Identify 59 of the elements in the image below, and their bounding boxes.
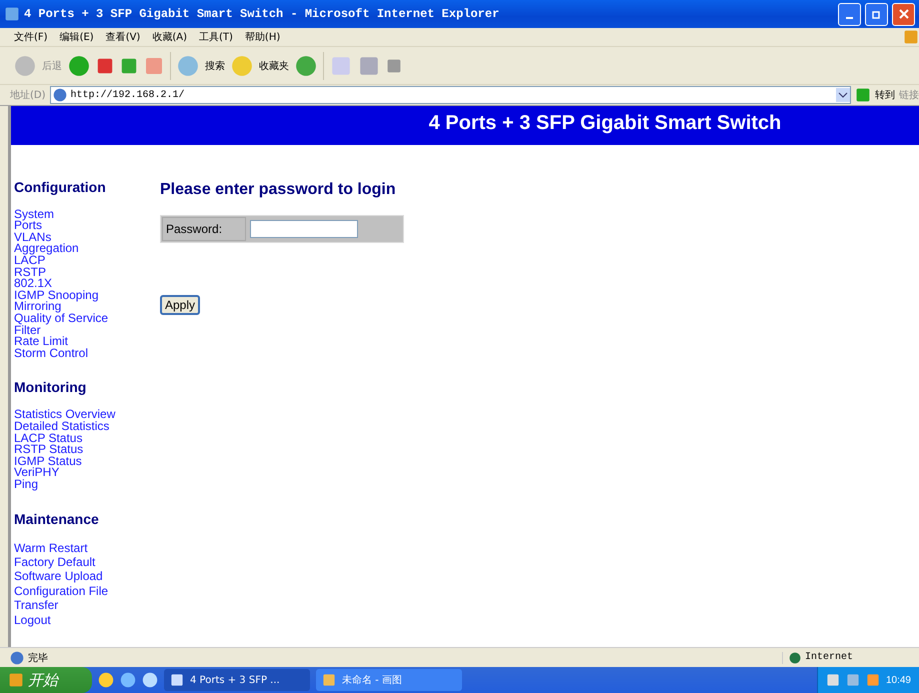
close-button[interactable] xyxy=(892,2,915,26)
password-field[interactable] xyxy=(250,220,358,238)
restore-button[interactable] xyxy=(865,2,888,26)
nav-link[interactable]: Aggregation xyxy=(14,243,160,256)
nav-link[interactable]: Statistics Overview xyxy=(14,409,160,421)
restore-icon xyxy=(872,9,882,19)
nav-link[interactable]: IGMP Snooping xyxy=(14,290,160,302)
address-label: 地址(D) xyxy=(10,88,46,102)
apply-button[interactable]: Apply xyxy=(160,294,200,315)
nav-link[interactable]: Detailed Statistics xyxy=(14,421,160,433)
menu-item[interactable]: 编辑(E) xyxy=(56,30,98,44)
nav-link[interactable]: IGMP Status xyxy=(14,456,160,468)
nav-link[interactable]: Configuration File xyxy=(14,584,160,598)
password-label: Password: xyxy=(162,216,246,241)
menu-item[interactable]: 查看(V) xyxy=(102,30,144,44)
nav-link[interactable]: RSTP xyxy=(14,266,160,278)
nav-link[interactable]: Quality of Service xyxy=(14,313,160,325)
status-text: 完毕 xyxy=(28,652,48,664)
nav-link[interactable]: Factory Default xyxy=(14,554,160,570)
nav-link[interactable]: System xyxy=(14,208,160,220)
menu-item[interactable]: 工具(T) xyxy=(195,30,237,44)
section-heading: Maintenance xyxy=(14,510,100,527)
menu-item[interactable]: 帮助(H) xyxy=(240,30,284,44)
nav-link[interactable]: Mirroring xyxy=(14,301,160,314)
nav-link[interactable]: Filter xyxy=(14,324,160,336)
nav-link[interactable]: 802.1X xyxy=(14,278,160,290)
minimize-icon xyxy=(846,17,853,19)
search-label[interactable]: 搜索 xyxy=(205,58,225,72)
nav-link[interactable]: LACP Status xyxy=(14,432,160,444)
nav-link[interactable]: Storm Control xyxy=(14,348,160,360)
nav-link[interactable]: Transfer xyxy=(14,598,160,613)
start-button[interactable]: 开始 xyxy=(0,667,92,693)
nav-link[interactable]: VLANs xyxy=(14,232,160,244)
nav-link[interactable]: RSTP Status xyxy=(14,444,160,456)
nav-link[interactable]: Software Upload xyxy=(14,569,160,584)
banner-title: 4 Ports + 3 SFP Gigabit Smart Switch xyxy=(428,112,782,135)
window-title: 4 Ports + 3 SFP Gigabit Smart Switch - Microsoft Internet Explorer xyxy=(24,7,500,21)
nav-link[interactable]: Warm Restart xyxy=(14,540,160,555)
clock: 10:49 xyxy=(886,674,911,686)
close-icon xyxy=(898,9,908,19)
nav-link[interactable]: Logout xyxy=(14,612,160,627)
nav-link[interactable]: Ping xyxy=(14,478,160,491)
nav-link[interactable]: VeriPHY xyxy=(14,467,160,479)
taskbar-window[interactable]: 4 Ports + 3 SFP ... xyxy=(164,669,310,691)
minimize-button[interactable] xyxy=(838,2,861,26)
address-field[interactable]: http://192.168.2.1/ xyxy=(50,86,851,104)
zone-label: Internet xyxy=(805,652,854,663)
go-button[interactable]: 转到 xyxy=(875,88,895,102)
menu-item[interactable]: 文件(F) xyxy=(10,30,52,44)
login-heading: Please enter password to login xyxy=(160,180,397,199)
nav-link[interactable]: Rate Limit xyxy=(14,336,160,348)
nav-link[interactable]: LACP xyxy=(14,255,160,267)
nav-link[interactable]: Ports xyxy=(14,220,160,232)
section-heading: Configuration xyxy=(14,178,107,195)
section-heading: Monitoring xyxy=(14,379,88,396)
taskbar-window[interactable]: 未命名 - 画图 xyxy=(316,669,462,691)
dropdown-icon[interactable] xyxy=(836,88,850,102)
menu-item[interactable]: 收藏(A) xyxy=(148,30,191,44)
favorites-label[interactable]: 收藏夹 xyxy=(259,58,289,72)
